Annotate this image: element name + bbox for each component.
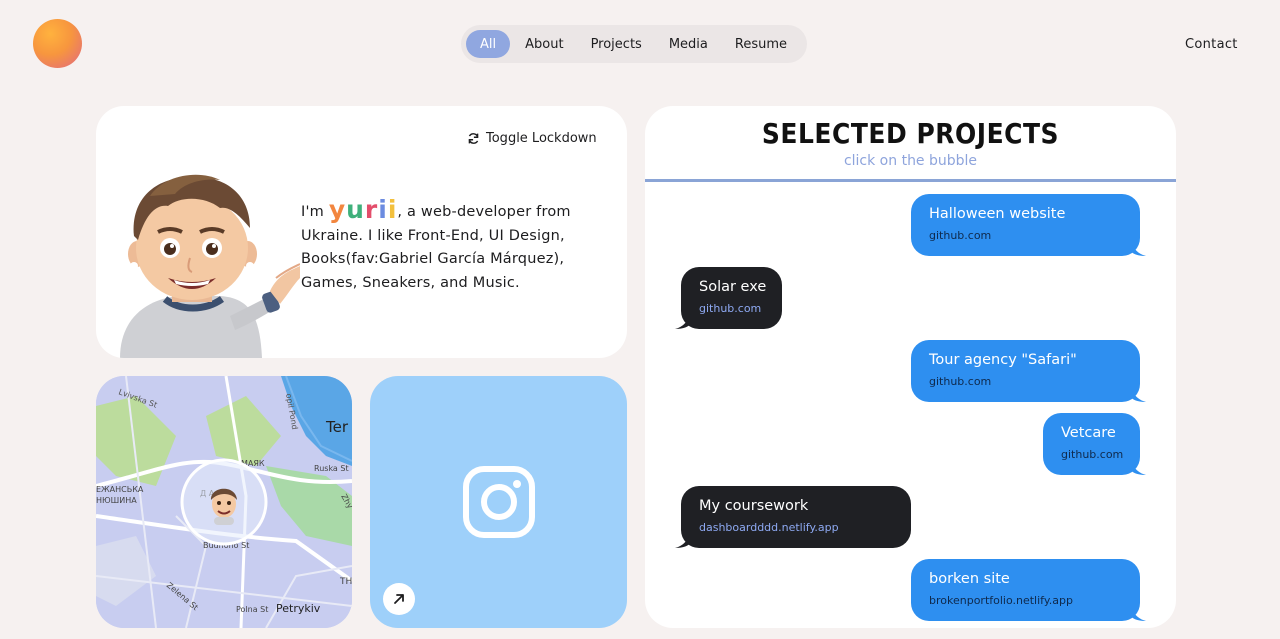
top-nav: All About Projects Media Resume bbox=[461, 25, 807, 63]
tab-resume[interactable]: Resume bbox=[723, 30, 799, 58]
project-bubble-solar[interactable]: Solar exe github.com bbox=[675, 267, 782, 329]
tab-all[interactable]: All bbox=[466, 30, 511, 58]
tab-media[interactable]: Media bbox=[657, 30, 720, 58]
map-label-district: ЕЖАНСЬКА bbox=[96, 485, 144, 494]
project-bubble-vetcare[interactable]: Vetcare github.com bbox=[1043, 413, 1146, 475]
projects-title: SELECTED PROJECTS bbox=[761, 117, 1060, 150]
toggle-lockdown-button[interactable]: Toggle Lockdown bbox=[467, 131, 597, 146]
bubble-tail bbox=[1130, 457, 1146, 475]
bubble-tail bbox=[1130, 238, 1146, 256]
bubble-link[interactable]: github.com bbox=[929, 375, 1140, 389]
tab-projects[interactable]: Projects bbox=[579, 30, 654, 58]
toggle-lockdown-label: Toggle Lockdown bbox=[486, 131, 597, 146]
bubble-link[interactable]: github.com bbox=[929, 229, 1140, 243]
open-link-button[interactable] bbox=[383, 583, 415, 615]
arrow-up-right-icon bbox=[394, 594, 404, 604]
instagram-icon[interactable] bbox=[463, 466, 535, 538]
projects-subtitle: click on the bubble bbox=[843, 153, 978, 169]
bio-prefix: I'm bbox=[301, 204, 324, 220]
map-label-street: Polna St bbox=[236, 605, 268, 614]
project-bubble-coursework[interactable]: My coursework dashboardddd.netlify.app bbox=[675, 486, 911, 548]
bubble-tail bbox=[1130, 603, 1146, 621]
site-logo[interactable] bbox=[33, 19, 82, 68]
bio-text: I'm yurii, a web-developer from Ukraine.… bbox=[301, 195, 601, 295]
map-label-district: НЮШИНА bbox=[96, 496, 137, 505]
bubble-link[interactable]: brokenportfolio.netlify.app bbox=[929, 594, 1140, 608]
divider bbox=[645, 179, 1176, 182]
project-bubble-halloween[interactable]: Halloween website github.com bbox=[911, 194, 1146, 256]
map-label-district: Petrykiv bbox=[276, 602, 321, 615]
map-label-street: Ruska St bbox=[314, 464, 349, 473]
bubble-tail bbox=[675, 530, 691, 548]
bubble-title: Vetcare bbox=[1061, 425, 1116, 441]
bubble-title: Halloween website bbox=[929, 206, 1066, 222]
bubble-tail bbox=[675, 311, 691, 329]
bubble-link[interactable]: dashboardddd.netlify.app bbox=[699, 521, 911, 535]
bubble-title: Tour agency "Safari" bbox=[929, 352, 1077, 368]
map-card[interactable]: Lvivska St opil Pond Ter Ruska St Zhy МА… bbox=[96, 376, 352, 628]
instagram-card[interactable] bbox=[370, 376, 627, 628]
contact-link[interactable]: Contact bbox=[1185, 37, 1238, 52]
tab-about[interactable]: About bbox=[513, 30, 575, 58]
about-card: Toggle Lockdown I'm yurii, a web-develop… bbox=[96, 106, 627, 358]
bubble-title: borken site bbox=[929, 571, 1010, 587]
bubble-title: My coursework bbox=[699, 498, 809, 514]
projects-card: SELECTED PROJECTS click on the bubble Ha… bbox=[645, 106, 1176, 628]
bubble-link[interactable]: github.com bbox=[699, 302, 782, 316]
project-bubble-broken[interactable]: borken site brokenportfolio.netlify.app bbox=[911, 559, 1146, 621]
name-logo: yurii bbox=[328, 195, 398, 224]
location-map[interactable]: Lvivska St opil Pond Ter Ruska St Zhy МА… bbox=[96, 376, 352, 628]
location-avatar-icon bbox=[210, 488, 237, 525]
bubble-title: Solar exe bbox=[699, 279, 767, 295]
memoji-avatar bbox=[120, 174, 300, 358]
refresh-icon bbox=[468, 133, 479, 144]
map-label-district: ТН bbox=[339, 577, 352, 587]
bubble-tail bbox=[1130, 384, 1146, 402]
map-label-city: Ter bbox=[325, 418, 349, 436]
project-bubble-safari[interactable]: Tour agency "Safari" github.com bbox=[911, 340, 1146, 402]
bubble-link[interactable]: github.com bbox=[1061, 448, 1140, 462]
